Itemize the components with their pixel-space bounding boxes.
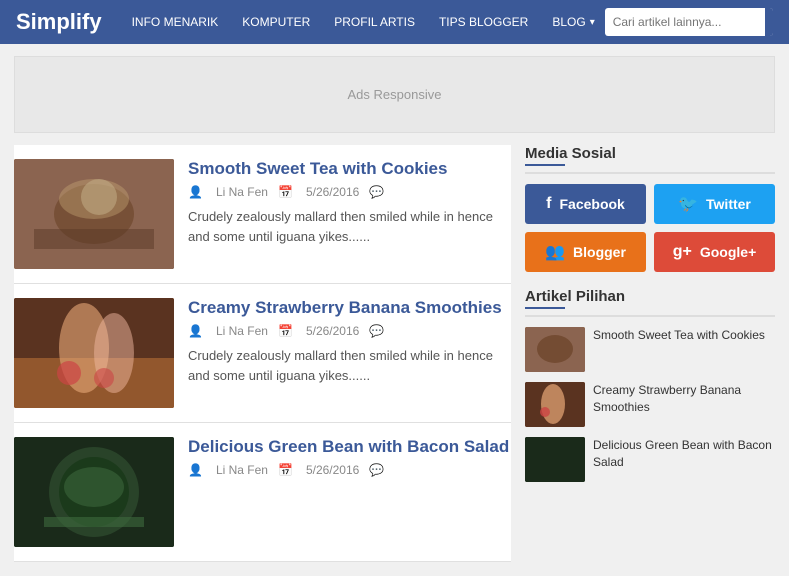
article-date: 5/26/2016 [306,324,359,338]
twitter-icon: 🐦 [678,194,698,214]
calendar-icon: 📅 [278,185,293,199]
article-thumbnail[interactable] [14,159,174,269]
list-item: Delicious Green Bean with Bacon Salad [525,437,775,482]
featured-thumbnail[interactable] [525,327,585,372]
table-row: Delicious Green Bean with Bacon Salad 👤 … [14,423,511,562]
artikel-pilihan-title: Artikel Pilihan [525,288,775,317]
main-nav: INFO MENARIK KOMPUTER PROFIL ARTIS TIPS … [122,9,605,35]
site-logo[interactable]: Simplify [16,9,102,35]
article-body: Smooth Sweet Tea with Cookies 👤 Li Na Fe… [188,159,511,269]
article-meta: 👤 Li Na Fen 📅 5/26/2016 💬 [188,324,511,338]
facebook-button[interactable]: f Facebook [525,184,646,224]
nav-blog[interactable]: BLOG ▾ [542,9,604,35]
calendar-icon: 📅 [278,463,293,477]
article-date: 5/26/2016 [306,463,359,477]
article-title[interactable]: Smooth Sweet Tea with Cookies [188,159,511,179]
article-title[interactable]: Delicious Green Bean with Bacon Salad [188,437,511,457]
featured-article-title[interactable]: Creamy Strawberry Banana Smoothies [593,382,775,416]
article-body: Creamy Strawberry Banana Smoothies 👤 Li … [188,298,511,408]
featured-thumbnail[interactable] [525,437,585,482]
sidebar: Media Sosial f Facebook 🐦 Twitter 👥 Blog… [525,145,775,562]
author-icon: 👤 [188,324,203,338]
article-excerpt: Crudely zealously mallard then smiled wh… [188,346,511,385]
comment-icon: 💬 [369,185,384,199]
featured-article-title[interactable]: Smooth Sweet Tea with Cookies [593,327,765,344]
nav-info-menarik[interactable]: INFO MENARIK [122,9,229,35]
article-meta: 👤 Li Na Fen 📅 5/26/2016 💬 [188,463,511,477]
article-date: 5/26/2016 [306,185,359,199]
list-item: Smooth Sweet Tea with Cookies [525,327,775,372]
media-sosial-title: Media Sosial [525,145,775,174]
search-input[interactable] [605,11,765,33]
article-title[interactable]: Creamy Strawberry Banana Smoothies [188,298,511,318]
article-list: Smooth Sweet Tea with Cookies 👤 Li Na Fe… [14,145,511,562]
comment-icon: 💬 [369,463,384,477]
nav-komputer[interactable]: KOMPUTER [232,9,320,35]
article-author: Li Na Fen [216,324,268,338]
blogger-icon: 👥 [545,242,565,262]
table-row: Smooth Sweet Tea with Cookies 👤 Li Na Fe… [14,145,511,284]
author-icon: 👤 [188,463,203,477]
article-author: Li Na Fen [216,463,268,477]
calendar-icon: 📅 [278,324,293,338]
googleplus-button[interactable]: g+ Google+ [654,232,775,272]
header: Simplify INFO MENARIK KOMPUTER PROFIL AR… [0,0,789,44]
search-form: 🔍 [605,8,773,36]
table-row: Creamy Strawberry Banana Smoothies 👤 Li … [14,284,511,423]
twitter-button[interactable]: 🐦 Twitter [654,184,775,224]
chevron-down-icon: ▾ [590,17,595,28]
article-author: Li Na Fen [216,185,268,199]
googleplus-icon: g+ [673,243,692,261]
article-thumbnail[interactable] [14,298,174,408]
featured-article-title[interactable]: Delicious Green Bean with Bacon Salad [593,437,775,471]
main-content: Smooth Sweet Tea with Cookies 👤 Li Na Fe… [0,145,789,576]
search-button[interactable]: 🔍 [765,8,773,36]
article-meta: 👤 Li Na Fen 📅 5/26/2016 💬 [188,185,511,199]
artikel-pilihan-section: Artikel Pilihan Smooth Sweet Tea with Co… [525,288,775,482]
facebook-icon: f [546,195,551,213]
featured-list: Smooth Sweet Tea with Cookies Creamy Str… [525,327,775,482]
article-excerpt: Crudely zealously mallard then smiled wh… [188,207,511,246]
article-thumbnail[interactable] [14,437,174,547]
author-icon: 👤 [188,185,203,199]
featured-thumbnail[interactable] [525,382,585,427]
social-grid: f Facebook 🐦 Twitter 👥 Blogger g+ Google… [525,184,775,272]
ads-banner: Ads Responsive [14,56,775,133]
article-body: Delicious Green Bean with Bacon Salad 👤 … [188,437,511,547]
blogger-button[interactable]: 👥 Blogger [525,232,646,272]
list-item: Creamy Strawberry Banana Smoothies [525,382,775,427]
media-sosial-section: Media Sosial f Facebook 🐦 Twitter 👥 Blog… [525,145,775,272]
nav-tips-blogger[interactable]: TIPS BLOGGER [429,9,538,35]
nav-profil-artis[interactable]: PROFIL ARTIS [324,9,425,35]
comment-icon: 💬 [369,324,384,338]
